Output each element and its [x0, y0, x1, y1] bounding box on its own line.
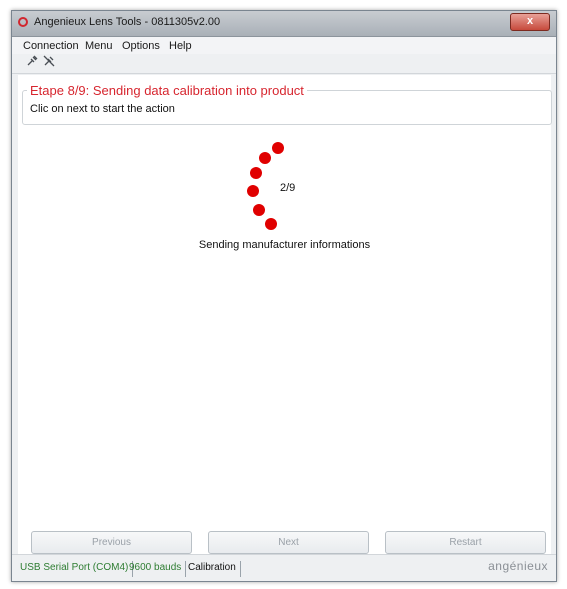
close-button[interactable]: x: [510, 13, 550, 31]
menu-item-connection[interactable]: Connection: [23, 40, 79, 52]
previous-button[interactable]: Previous: [31, 531, 192, 554]
disconnect-plug-icon[interactable]: [42, 55, 56, 71]
status-bar: USB Serial Port (COM4) 9600 bauds Calibr…: [12, 554, 556, 581]
menu-item-options[interactable]: Options: [122, 40, 160, 52]
spinner-dot: [265, 218, 277, 230]
brand-logo: angénieux: [488, 559, 548, 573]
app-logo-icon: [18, 17, 28, 27]
status-port: USB Serial Port (COM4): [20, 561, 134, 577]
spinner-dot: [272, 142, 284, 154]
progress-counter: 2/9: [280, 182, 296, 194]
spinner-dot: [247, 185, 259, 197]
main-panel: Etape 8/9: Sending data calibration into…: [18, 75, 552, 554]
spinner-dot: [253, 204, 265, 216]
spinner-dot: [250, 167, 262, 179]
connect-plug-icon[interactable]: [25, 55, 39, 71]
menu-item-menu[interactable]: Menu: [85, 40, 113, 52]
step-title: Etape 8/9: Sending data calibration into…: [27, 83, 307, 98]
toolbar: [12, 54, 556, 74]
window-title: Angenieux Lens Tools - 0811305v2.00: [34, 16, 221, 28]
progress-message: Sending manufacturer informations: [198, 239, 371, 251]
menu-item-help[interactable]: Help: [169, 40, 192, 52]
status-baud: 9600 bauds: [129, 561, 187, 577]
spinner-dot: [259, 152, 271, 164]
step-instruction: Clic on next to start the action: [30, 103, 175, 115]
next-button[interactable]: Next: [208, 531, 369, 554]
app-window: Angenieux Lens Tools - 0811305v2.00 x Co…: [11, 10, 557, 582]
restart-button[interactable]: Restart: [385, 531, 546, 554]
menu-bar: Connection Menu Options Help: [12, 37, 556, 54]
status-mode: Calibration: [188, 561, 241, 577]
step-group: Etape 8/9: Sending data calibration into…: [22, 83, 552, 125]
title-bar[interactable]: Angenieux Lens Tools - 0811305v2.00 x: [12, 11, 556, 37]
